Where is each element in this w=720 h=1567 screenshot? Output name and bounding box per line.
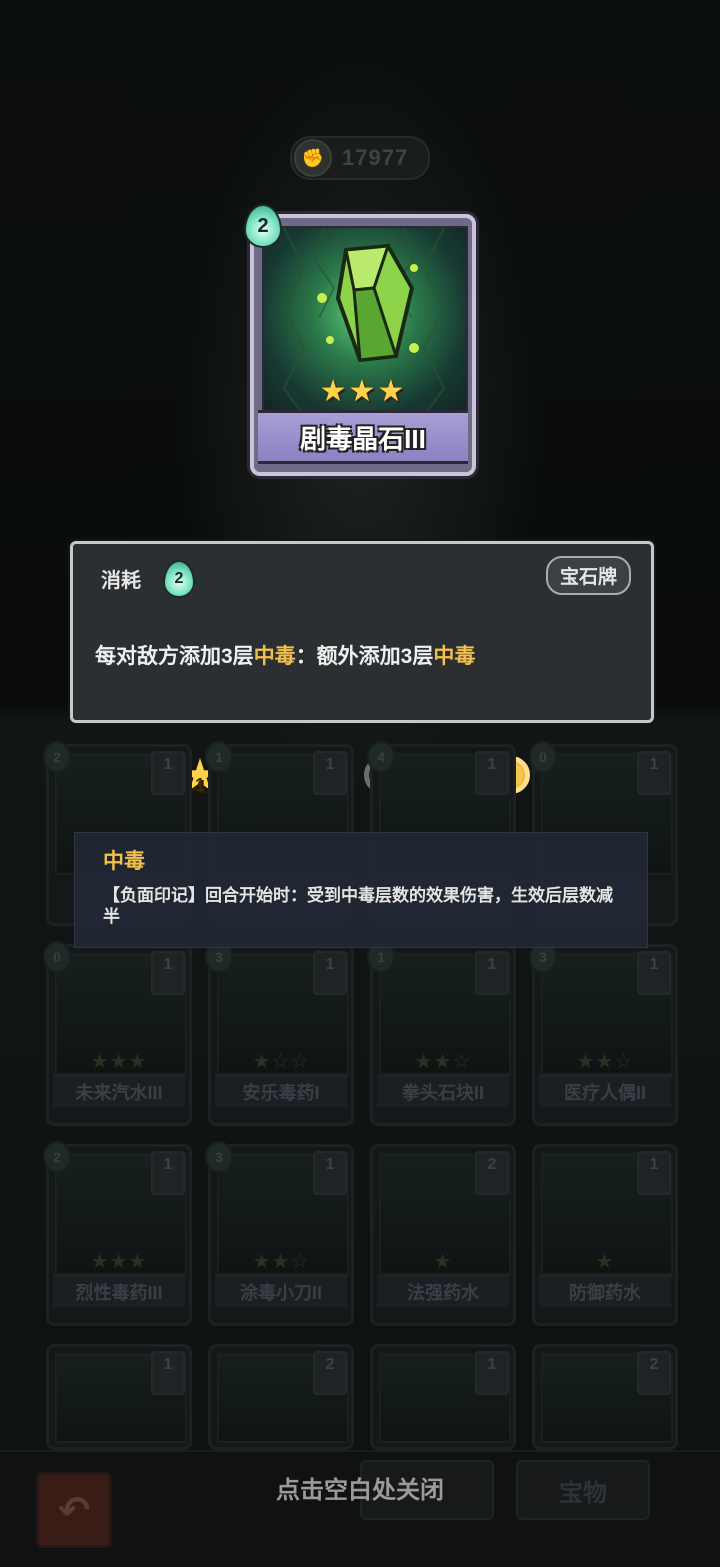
fist-coin-icon: ✊ <box>294 139 332 177</box>
card-name: 防御药水 <box>539 1275 671 1307</box>
keyword-title: 中毒 <box>103 850 145 873</box>
card-name: 拳头石块II <box>377 1075 509 1107</box>
card-cost-badge: 0 <box>529 741 557 773</box>
card-cost-badge: 0 <box>43 941 71 973</box>
card-cost-badge: 4 <box>367 741 395 773</box>
selected-card: ★★★ 剧毒晶石III <box>250 214 476 476</box>
card-description: 每对敌方添加3层中毒：额外添加3层中毒 <box>95 640 475 670</box>
card-cost-badge: 2 <box>244 204 282 248</box>
card-name: 安乐毒药I <box>215 1075 347 1107</box>
deck-card[interactable]: ★★☆ 医疗人偶II 3 1 <box>529 941 678 1126</box>
cost-flame-icon: 2 <box>163 560 195 598</box>
cost-label: 消耗 <box>101 570 141 592</box>
card-stars: ★★☆ <box>414 1051 472 1073</box>
card-type-tag: 宝石牌 <box>545 556 631 595</box>
desc-part2: ：额外添加3层 <box>295 645 434 668</box>
card-count-badge: 1 <box>475 951 509 995</box>
card-stars: ★★☆ <box>576 1051 634 1073</box>
card-count-badge: 1 <box>313 1151 347 1195</box>
currency-value: 17977 <box>342 145 409 170</box>
cost-value: 2 <box>174 570 184 587</box>
deck-card[interactable]: 2 <box>532 1344 678 1450</box>
card-cost-badge: 3 <box>205 1141 233 1173</box>
card-stars: ★ <box>433 1251 453 1273</box>
deck-card[interactable]: ★★☆ 拳头石块II 1 1 <box>367 941 516 1126</box>
card-stars: ★★★ <box>90 1051 148 1073</box>
card-cost-value: 2 <box>257 214 269 237</box>
keyword-poison-link[interactable]: 中毒 <box>433 645 475 668</box>
card-count-badge: 1 <box>151 1351 185 1395</box>
card-detail-panel: 消耗 2 宝石牌 每对敌方添加3层中毒：额外添加3层中毒 <box>70 541 654 723</box>
deck-card[interactable]: ★ 法强药水 2 <box>370 1144 516 1326</box>
keyword-description: 【负面印记】回合开始时：受到中毒层数的效果伤害，生效后层数减半 <box>103 886 613 926</box>
card-count-badge: 2 <box>637 1351 671 1395</box>
card-cost-badge: 2 <box>43 1141 71 1173</box>
currency-counter: ✊ 17977 <box>290 136 430 180</box>
card-count-badge: 1 <box>151 951 185 995</box>
card-name: 剧毒晶石III <box>258 410 468 464</box>
deck-card[interactable]: ★☆☆ 安乐毒药I 3 1 <box>205 941 354 1126</box>
card-count-badge: 1 <box>313 751 347 795</box>
card-stars: ★★☆ <box>252 1251 310 1273</box>
deck-card[interactable]: ★★☆ 涂毒小刀II 3 1 <box>205 1141 354 1326</box>
card-count-badge: 1 <box>313 951 347 995</box>
deck-card[interactable]: ★★★ 未来汽水III 0 1 <box>43 941 192 1126</box>
deck-card[interactable]: 2 <box>208 1344 354 1450</box>
card-count-badge: 1 <box>475 751 509 795</box>
deck-card[interactable]: 1 <box>370 1344 516 1450</box>
card-count-badge: 1 <box>637 951 671 995</box>
deck-card[interactable]: ★ 防御药水 1 <box>532 1144 678 1326</box>
card-name: 未来汽水III <box>53 1075 185 1107</box>
deck-card[interactable]: ★★★ 烈性毒药III 2 1 <box>43 1141 192 1326</box>
card-name: 涂毒小刀II <box>215 1275 347 1307</box>
card-count-badge: 1 <box>475 1351 509 1395</box>
card-name: 烈性毒药III <box>53 1275 185 1307</box>
keyword-poison-link[interactable]: 中毒 <box>254 645 296 668</box>
desc-part1: 每对敌方添加3层 <box>95 645 254 668</box>
card-stars: ★ <box>595 1251 615 1273</box>
card-stars: ★★★ <box>319 375 407 408</box>
card-cost-badge: 2 <box>43 741 71 773</box>
card-count-badge: 1 <box>637 1151 671 1195</box>
card-stars: ★☆☆ <box>252 1051 310 1073</box>
card-stars: ★★★ <box>90 1251 148 1273</box>
deck-card[interactable]: 1 <box>46 1344 192 1450</box>
keyword-tooltip: 中毒 【负面印记】回合开始时：受到中毒层数的效果伤害，生效后层数减半 <box>74 832 648 948</box>
card-count-badge: 2 <box>313 1351 347 1395</box>
card-count-badge: 2 <box>475 1151 509 1195</box>
close-hint: 点击空白处关闭 <box>276 1477 444 1504</box>
card-name: 法强药水 <box>377 1275 509 1307</box>
card-count-badge: 1 <box>151 1151 185 1195</box>
card-cost-badge: 1 <box>205 741 233 773</box>
card-name: 医疗人偶II <box>539 1075 671 1107</box>
card-count-badge: 1 <box>151 751 185 795</box>
card-count-badge: 1 <box>637 751 671 795</box>
